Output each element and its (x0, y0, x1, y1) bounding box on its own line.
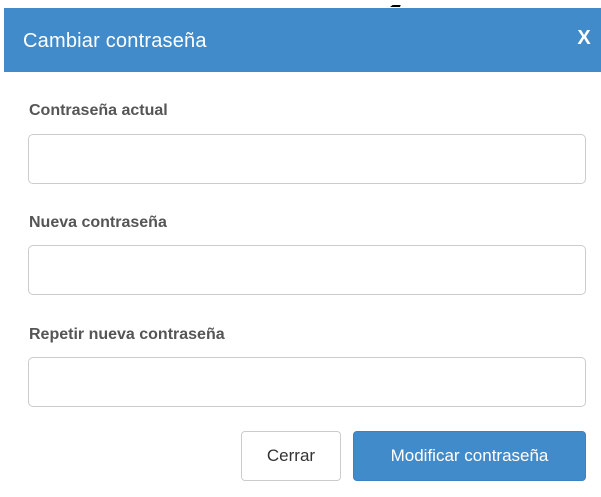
current-password-input[interactable] (28, 134, 586, 184)
clipped-glyph (389, 0, 405, 7)
change-password-dialog: Cambiar contraseña X Contraseña actual N… (4, 8, 601, 497)
cancel-button[interactable]: Cerrar (241, 431, 341, 481)
new-password-input[interactable] (28, 245, 586, 295)
repeat-password-label: Repetir nueva contraseña (29, 326, 225, 343)
page-background-peek (0, 0, 601, 8)
current-password-label: Contraseña actual (29, 102, 168, 119)
dialog-header: Cambiar contraseña X (4, 8, 601, 72)
close-icon[interactable]: X (573, 24, 595, 52)
repeat-password-input[interactable] (28, 357, 586, 407)
dialog-title: Cambiar contraseña (23, 30, 207, 52)
new-password-label: Nueva contraseña (29, 214, 167, 231)
change-password-button[interactable]: Modificar contraseña (353, 431, 586, 481)
